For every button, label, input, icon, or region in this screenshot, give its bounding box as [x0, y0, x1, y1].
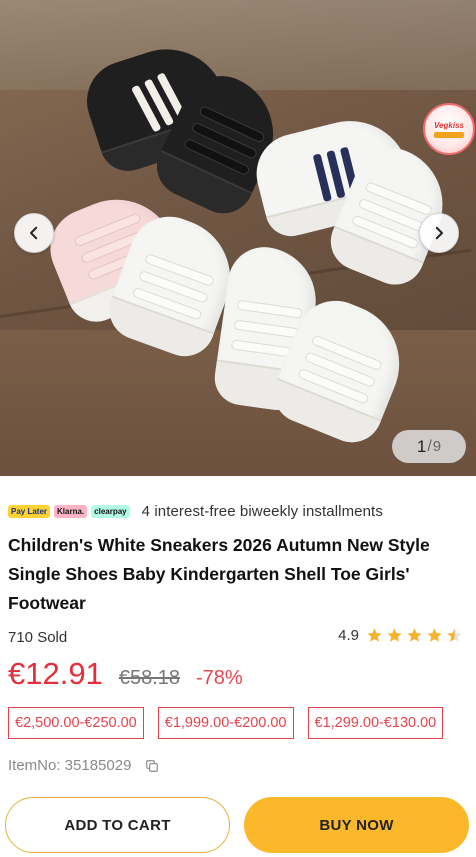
- chevron-right-icon: [435, 226, 443, 240]
- item-number-text: ItemNo: 35185029: [8, 757, 132, 774]
- discount-badge: -78%: [196, 667, 243, 689]
- total-image-count: 9: [432, 438, 442, 455]
- coupon-tier[interactable]: €1,299.00-€130.00: [307, 707, 444, 739]
- star-full-icon: [367, 628, 382, 642]
- background-wall: [0, 0, 476, 90]
- next-image-button[interactable]: [419, 213, 459, 253]
- brand-badge-ribbon: [434, 131, 464, 138]
- brand-badge-text: Vegkiss: [434, 120, 464, 130]
- original-price: €58.18: [118, 667, 180, 689]
- product-image-gallery[interactable]: Vegkiss 1 / 9: [0, 0, 476, 476]
- rating-value: 4.9: [338, 627, 359, 644]
- star-full-icon: [427, 628, 442, 642]
- coupon-tier[interactable]: €1,999.00-€200.00: [157, 707, 294, 739]
- coupon-tiers: €2,500.00-€250.00 €1,999.00-€200.00 €1,2…: [8, 707, 444, 739]
- installments-text: 4 interest-free biweekly installments: [141, 502, 383, 520]
- installment-info[interactable]: Pay Later Klarna. clearpay 4 interest-fr…: [8, 500, 383, 522]
- item-number: ItemNo: 35185029: [8, 757, 159, 774]
- coupon-tier[interactable]: €2,500.00-€250.00: [8, 707, 144, 739]
- previous-image-button[interactable]: [14, 213, 54, 253]
- pay-later-logo: Pay Later: [8, 504, 51, 518]
- star-full-icon: [387, 628, 402, 642]
- price-row: €12.91 €58.18 -78%: [8, 656, 243, 692]
- brand-badge: Vegkiss: [423, 103, 475, 155]
- current-image-number: 1: [416, 436, 427, 456]
- add-to-cart-button[interactable]: ADD TO CART: [5, 797, 230, 853]
- image-page-counter: 1 / 9: [392, 430, 466, 463]
- product-title: Children's White Sneakers 2026 Autumn Ne…: [8, 535, 430, 613]
- current-price: €12.91: [8, 656, 103, 691]
- star-half-icon: [447, 628, 462, 642]
- buy-now-button[interactable]: BUY NOW: [244, 797, 469, 853]
- clearpay-logo: clearpay: [91, 504, 130, 518]
- bottom-action-bar: ADD TO CART BUY NOW: [0, 786, 476, 857]
- star-full-icon: [407, 628, 422, 642]
- sold-count: 710 Sold: [8, 629, 68, 646]
- klarna-logo: Klarna.: [54, 504, 88, 518]
- copy-icon[interactable]: [145, 759, 159, 773]
- counter-separator: /: [427, 437, 432, 455]
- product-rating[interactable]: 4.9: [338, 627, 463, 644]
- chevron-left-icon: [30, 226, 38, 240]
